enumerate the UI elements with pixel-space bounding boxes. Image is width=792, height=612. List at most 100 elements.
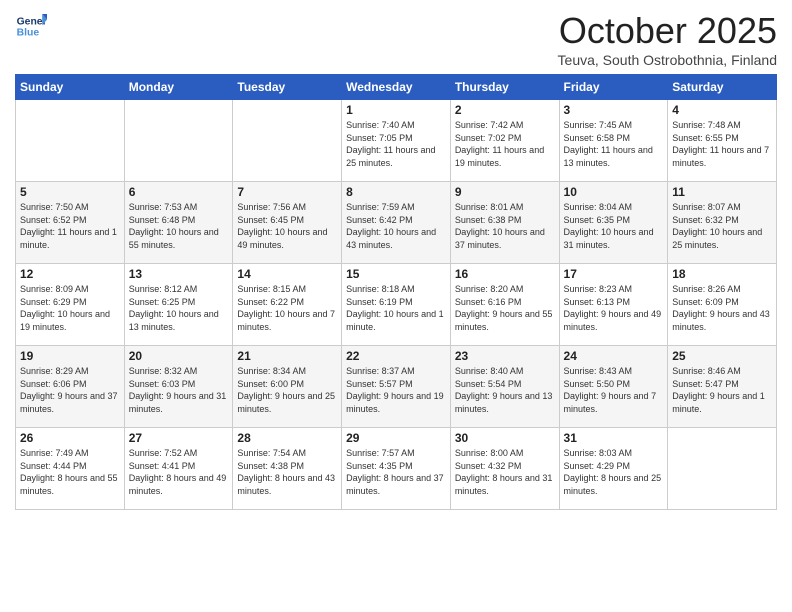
day-info: Sunrise: 7:45 AM Sunset: 6:58 PM Dayligh… <box>564 119 664 169</box>
calendar-cell: 25 Sunrise: 8:46 AM Sunset: 5:47 PM Dayli… <box>668 346 777 428</box>
day-number: 16 <box>455 267 555 281</box>
calendar-cell: 15 Sunrise: 8:18 AM Sunset: 6:19 PM Dayli… <box>342 264 451 346</box>
calendar-cell: 23 Sunrise: 8:40 AM Sunset: 5:54 PM Dayli… <box>450 346 559 428</box>
day-info: Sunrise: 8:46 AM Sunset: 5:47 PM Dayligh… <box>672 365 772 415</box>
day-info: Sunrise: 8:23 AM Sunset: 6:13 PM Dayligh… <box>564 283 664 333</box>
day-number: 2 <box>455 103 555 117</box>
day-number: 5 <box>20 185 120 199</box>
month-title: October 2025 <box>558 10 777 52</box>
day-info: Sunrise: 8:37 AM Sunset: 5:57 PM Dayligh… <box>346 365 446 415</box>
calendar-cell: 21 Sunrise: 8:34 AM Sunset: 6:00 PM Dayli… <box>233 346 342 428</box>
day-info: Sunrise: 8:26 AM Sunset: 6:09 PM Dayligh… <box>672 283 772 333</box>
calendar-cell: 8 Sunrise: 7:59 AM Sunset: 6:42 PM Daylig… <box>342 182 451 264</box>
day-info: Sunrise: 7:50 AM Sunset: 6:52 PM Dayligh… <box>20 201 120 251</box>
day-number: 29 <box>346 431 446 445</box>
day-number: 26 <box>20 431 120 445</box>
day-number: 28 <box>237 431 337 445</box>
calendar-cell: 14Sunrise: 8:15 AM Sunset: 6:22 PM Dayli… <box>233 264 342 346</box>
day-info: Sunrise: 7:52 AM Sunset: 4:41 PM Dayligh… <box>129 447 229 497</box>
calendar-cell: 7Sunrise: 7:56 AM Sunset: 6:45 PM Daylig… <box>233 182 342 264</box>
calendar-cell: 12Sunrise: 8:09 AM Sunset: 6:29 PM Dayli… <box>16 264 125 346</box>
calendar-cell: 18Sunrise: 8:26 AM Sunset: 6:09 PM Dayli… <box>668 264 777 346</box>
day-info: Sunrise: 7:42 AM Sunset: 7:02 PM Dayligh… <box>455 119 555 169</box>
calendar-cell: 1 Sunrise: 7:40 AM Sunset: 7:05 PM Daylig… <box>342 100 451 182</box>
calendar-cell: 24 Sunrise: 8:43 AM Sunset: 5:50 PM Dayli… <box>559 346 668 428</box>
day-info: Sunrise: 8:01 AM Sunset: 6:38 PM Dayligh… <box>455 201 555 251</box>
day-number: 17 <box>564 267 664 281</box>
calendar-cell: 19Sunrise: 8:29 AM Sunset: 6:06 PM Dayli… <box>16 346 125 428</box>
col-friday: Friday <box>559 75 668 100</box>
calendar-cell: 29 Sunrise: 7:57 AM Sunset: 4:35 PM Dayli… <box>342 428 451 510</box>
calendar-week-row-3: 12Sunrise: 8:09 AM Sunset: 6:29 PM Dayli… <box>16 264 777 346</box>
logo: General Blue <box>15 10 47 42</box>
day-info: Sunrise: 7:49 AM Sunset: 4:44 PM Dayligh… <box>20 447 120 497</box>
header: General Blue October 2025 Teuva, South O… <box>15 10 777 68</box>
calendar-week-row-2: 5 Sunrise: 7:50 AM Sunset: 6:52 PM Daylig… <box>16 182 777 264</box>
day-number: 20 <box>129 349 229 363</box>
day-info: Sunrise: 8:00 AM Sunset: 4:32 PM Dayligh… <box>455 447 555 497</box>
day-info: Sunrise: 8:15 AM Sunset: 6:22 PM Dayligh… <box>237 283 337 333</box>
col-tuesday: Tuesday <box>233 75 342 100</box>
day-info: Sunrise: 8:43 AM Sunset: 5:50 PM Dayligh… <box>564 365 664 415</box>
day-number: 3 <box>564 103 664 117</box>
col-sunday: Sunday <box>16 75 125 100</box>
day-number: 11 <box>672 185 772 199</box>
calendar-cell: 10 Sunrise: 8:04 AM Sunset: 6:35 PM Dayli… <box>559 182 668 264</box>
day-info: Sunrise: 7:57 AM Sunset: 4:35 PM Dayligh… <box>346 447 446 497</box>
day-number: 25 <box>672 349 772 363</box>
day-number: 8 <box>346 185 446 199</box>
calendar-cell: 28 Sunrise: 7:54 AM Sunset: 4:38 PM Dayli… <box>233 428 342 510</box>
subtitle: Teuva, South Ostrobothnia, Finland <box>558 52 777 68</box>
day-info: Sunrise: 8:34 AM Sunset: 6:00 PM Dayligh… <box>237 365 337 415</box>
day-info: Sunrise: 8:07 AM Sunset: 6:32 PM Dayligh… <box>672 201 772 251</box>
day-number: 30 <box>455 431 555 445</box>
day-info: Sunrise: 7:48 AM Sunset: 6:55 PM Dayligh… <box>672 119 772 169</box>
day-number: 24 <box>564 349 664 363</box>
day-number: 31 <box>564 431 664 445</box>
col-monday: Monday <box>124 75 233 100</box>
calendar-cell: 2 Sunrise: 7:42 AM Sunset: 7:02 PM Daylig… <box>450 100 559 182</box>
day-number: 10 <box>564 185 664 199</box>
calendar-cell: 16 Sunrise: 8:20 AM Sunset: 6:16 PM Dayli… <box>450 264 559 346</box>
day-info: Sunrise: 8:12 AM Sunset: 6:25 PM Dayligh… <box>129 283 229 333</box>
calendar-cell: 9Sunrise: 8:01 AM Sunset: 6:38 PM Daylig… <box>450 182 559 264</box>
day-info: Sunrise: 7:53 AM Sunset: 6:48 PM Dayligh… <box>129 201 229 251</box>
day-number: 22 <box>346 349 446 363</box>
calendar-cell: 13 Sunrise: 8:12 AM Sunset: 6:25 PM Dayli… <box>124 264 233 346</box>
day-number: 19 <box>20 349 120 363</box>
day-info: Sunrise: 8:32 AM Sunset: 6:03 PM Dayligh… <box>129 365 229 415</box>
calendar-cell: 4 Sunrise: 7:48 AM Sunset: 6:55 PM Daylig… <box>668 100 777 182</box>
col-saturday: Saturday <box>668 75 777 100</box>
day-info: Sunrise: 8:18 AM Sunset: 6:19 PM Dayligh… <box>346 283 446 333</box>
day-info: Sunrise: 7:40 AM Sunset: 7:05 PM Dayligh… <box>346 119 446 169</box>
title-block: October 2025 Teuva, South Ostrobothnia, … <box>558 10 777 68</box>
calendar-cell: 22 Sunrise: 8:37 AM Sunset: 5:57 PM Dayli… <box>342 346 451 428</box>
calendar-table: Sunday Monday Tuesday Wednesday Thursday… <box>15 74 777 510</box>
svg-text:Blue: Blue <box>17 28 40 39</box>
calendar-week-row-1: 1 Sunrise: 7:40 AM Sunset: 7:05 PM Daylig… <box>16 100 777 182</box>
calendar-cell: 17 Sunrise: 8:23 AM Sunset: 6:13 PM Dayli… <box>559 264 668 346</box>
day-info: Sunrise: 8:04 AM Sunset: 6:35 PM Dayligh… <box>564 201 664 251</box>
day-number: 1 <box>346 103 446 117</box>
calendar-cell: 30 Sunrise: 8:00 AM Sunset: 4:32 PM Dayli… <box>450 428 559 510</box>
day-info: Sunrise: 8:40 AM Sunset: 5:54 PM Dayligh… <box>455 365 555 415</box>
calendar-cell: 6Sunrise: 7:53 AM Sunset: 6:48 PM Daylig… <box>124 182 233 264</box>
calendar-header-row: Sunday Monday Tuesday Wednesday Thursday… <box>16 75 777 100</box>
day-info: Sunrise: 8:20 AM Sunset: 6:16 PM Dayligh… <box>455 283 555 333</box>
day-number: 27 <box>129 431 229 445</box>
calendar-week-row-5: 26 Sunrise: 7:49 AM Sunset: 4:44 PM Dayli… <box>16 428 777 510</box>
day-info: Sunrise: 7:56 AM Sunset: 6:45 PM Dayligh… <box>237 201 337 251</box>
day-number: 13 <box>129 267 229 281</box>
day-info: Sunrise: 7:54 AM Sunset: 4:38 PM Dayligh… <box>237 447 337 497</box>
day-info: Sunrise: 8:03 AM Sunset: 4:29 PM Dayligh… <box>564 447 664 497</box>
day-number: 21 <box>237 349 337 363</box>
day-info: Sunrise: 7:59 AM Sunset: 6:42 PM Dayligh… <box>346 201 446 251</box>
calendar-cell: 27 Sunrise: 7:52 AM Sunset: 4:41 PM Dayli… <box>124 428 233 510</box>
day-number: 15 <box>346 267 446 281</box>
calendar-cell: 3 Sunrise: 7:45 AM Sunset: 6:58 PM Daylig… <box>559 100 668 182</box>
day-number: 4 <box>672 103 772 117</box>
day-number: 23 <box>455 349 555 363</box>
calendar-cell <box>16 100 125 182</box>
calendar-cell <box>668 428 777 510</box>
calendar-cell: 31 Sunrise: 8:03 AM Sunset: 4:29 PM Dayli… <box>559 428 668 510</box>
